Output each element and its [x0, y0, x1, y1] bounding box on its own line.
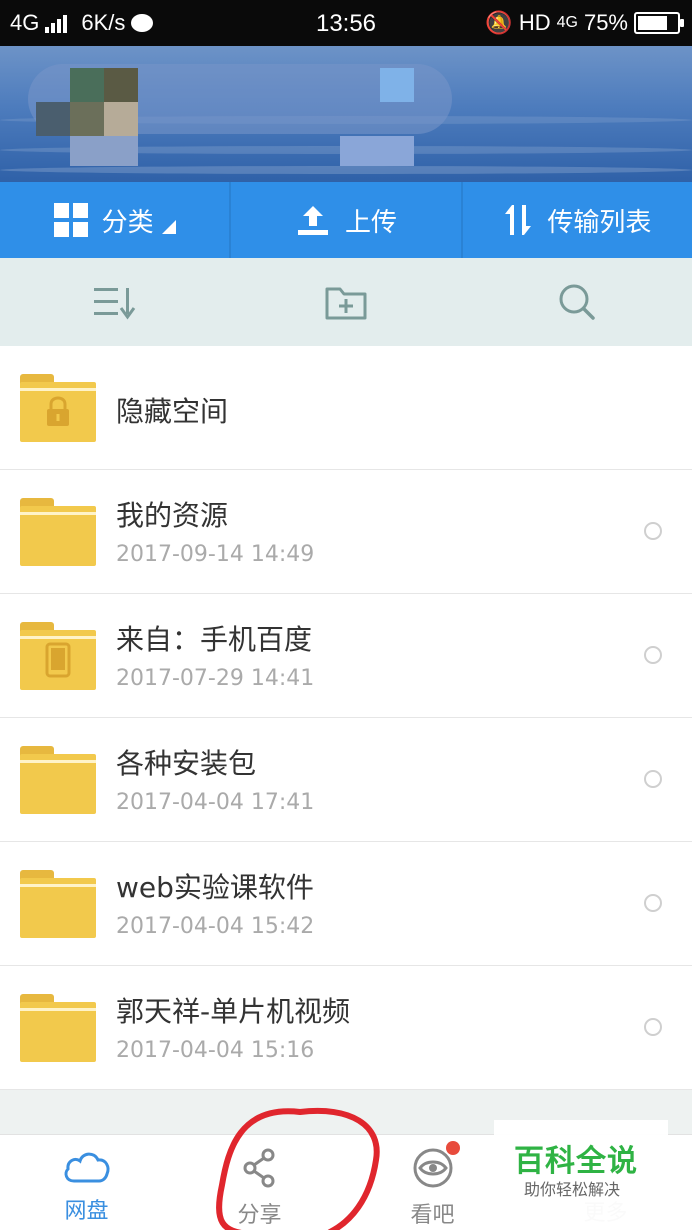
- app-screen: 4G 6K/s 13:56 🔕 HD 4G 75% 分类 上传 传输列表 隐藏空…: [0, 0, 692, 1230]
- notification-dot: [446, 1141, 460, 1155]
- network-indicator-right: 4G: [556, 14, 578, 31]
- battery-percent: 75%: [583, 10, 628, 35]
- file-time: 2017-09-14 14:49: [116, 542, 315, 567]
- transfer-list-button[interactable]: 传输列表: [463, 182, 692, 258]
- category-label: 分类: [101, 207, 154, 238]
- sort-icon: [94, 288, 136, 320]
- battery-icon: [634, 12, 684, 34]
- new-folder-icon: [325, 287, 367, 320]
- cloud-icon: [64, 1152, 109, 1183]
- file-time: 2017-04-04 15:16: [116, 1038, 315, 1063]
- upload-icon: [297, 206, 328, 235]
- tool-bar: [0, 258, 692, 346]
- profile-banner: [0, 46, 692, 182]
- watermark: 百科全说 助你轻松解决: [494, 1120, 668, 1230]
- new-folder-button[interactable]: [231, 258, 462, 346]
- transfer-label: 传输列表: [547, 207, 652, 238]
- file-name: web实验课软件: [116, 871, 314, 904]
- file-row[interactable]: 来自：手机百度 2017-07-29 14:41: [0, 594, 692, 718]
- file-name: 我的资源: [116, 499, 229, 532]
- file-row[interactable]: 郭天祥-单片机视频 2017-04-04 15:16: [0, 966, 692, 1090]
- grid-icon: [53, 203, 88, 237]
- file-row[interactable]: 各种安装包 2017-04-04 17:41: [0, 718, 692, 842]
- select-radio[interactable]: [644, 522, 662, 540]
- select-radio[interactable]: [644, 770, 662, 788]
- hd-indicator: HD: [518, 10, 551, 35]
- file-name: 各种安装包: [116, 747, 257, 780]
- nav-label-kanba: 看吧: [410, 1203, 455, 1228]
- folder-icon: [20, 498, 96, 566]
- file-row[interactable]: web实验课软件 2017-04-04 15:42: [0, 842, 692, 966]
- search-icon: [559, 284, 595, 320]
- sort-button[interactable]: [0, 258, 231, 346]
- nav-item-share[interactable]: 分享: [173, 1135, 346, 1230]
- dropdown-triangle-icon: [161, 220, 176, 234]
- upload-button[interactable]: 上传: [231, 182, 463, 258]
- file-row[interactable]: 我的资源 2017-09-14 14:49: [0, 470, 692, 594]
- file-name: 来自：手机百度: [116, 623, 313, 656]
- search-button[interactable]: [461, 258, 692, 346]
- folder-icon: [20, 746, 96, 814]
- tablet-icon: [45, 642, 71, 678]
- category-button[interactable]: 分类: [0, 182, 232, 258]
- share-icon: [243, 1148, 274, 1188]
- file-time: 2017-04-04 17:41: [116, 790, 315, 815]
- nav-item-netdisk[interactable]: 网盘: [0, 1135, 173, 1230]
- nav-label-share: 分享: [237, 1203, 282, 1228]
- file-name: 隐藏空间: [116, 395, 229, 428]
- file-time: 2017-07-29 14:41: [116, 666, 315, 691]
- folder-icon: [20, 622, 96, 690]
- status-bar: 4G 6K/s 13:56 🔕 HD 4G 75%: [0, 0, 692, 46]
- watermark-subtitle: 助你轻松解决: [524, 1180, 621, 1199]
- select-radio[interactable]: [644, 894, 662, 912]
- file-row[interactable]: 隐藏空间: [0, 346, 692, 470]
- action-bar: 分类 上传 传输列表: [0, 182, 692, 258]
- upload-label: 上传: [344, 207, 397, 238]
- lock-icon: [47, 396, 69, 426]
- folder-icon: [20, 374, 96, 442]
- transfer-icon: [505, 205, 532, 235]
- folder-icon: [20, 994, 96, 1062]
- mute-icon: 🔕: [485, 10, 513, 35]
- select-radio[interactable]: [644, 1018, 662, 1036]
- watermark-title: 百科全说: [514, 1144, 638, 1179]
- eye-icon: [413, 1148, 452, 1188]
- select-radio[interactable]: [644, 646, 662, 664]
- nav-label-netdisk: 网盘: [64, 1199, 109, 1224]
- file-time: 2017-04-04 15:42: [116, 914, 315, 939]
- folder-icon: [20, 870, 96, 938]
- file-name: 郭天祥-单片机视频: [116, 995, 351, 1028]
- file-list: 隐藏空间我的资源 2017-09-14 14:49 来自：手机百度 2017-07-2…: [0, 346, 692, 1090]
